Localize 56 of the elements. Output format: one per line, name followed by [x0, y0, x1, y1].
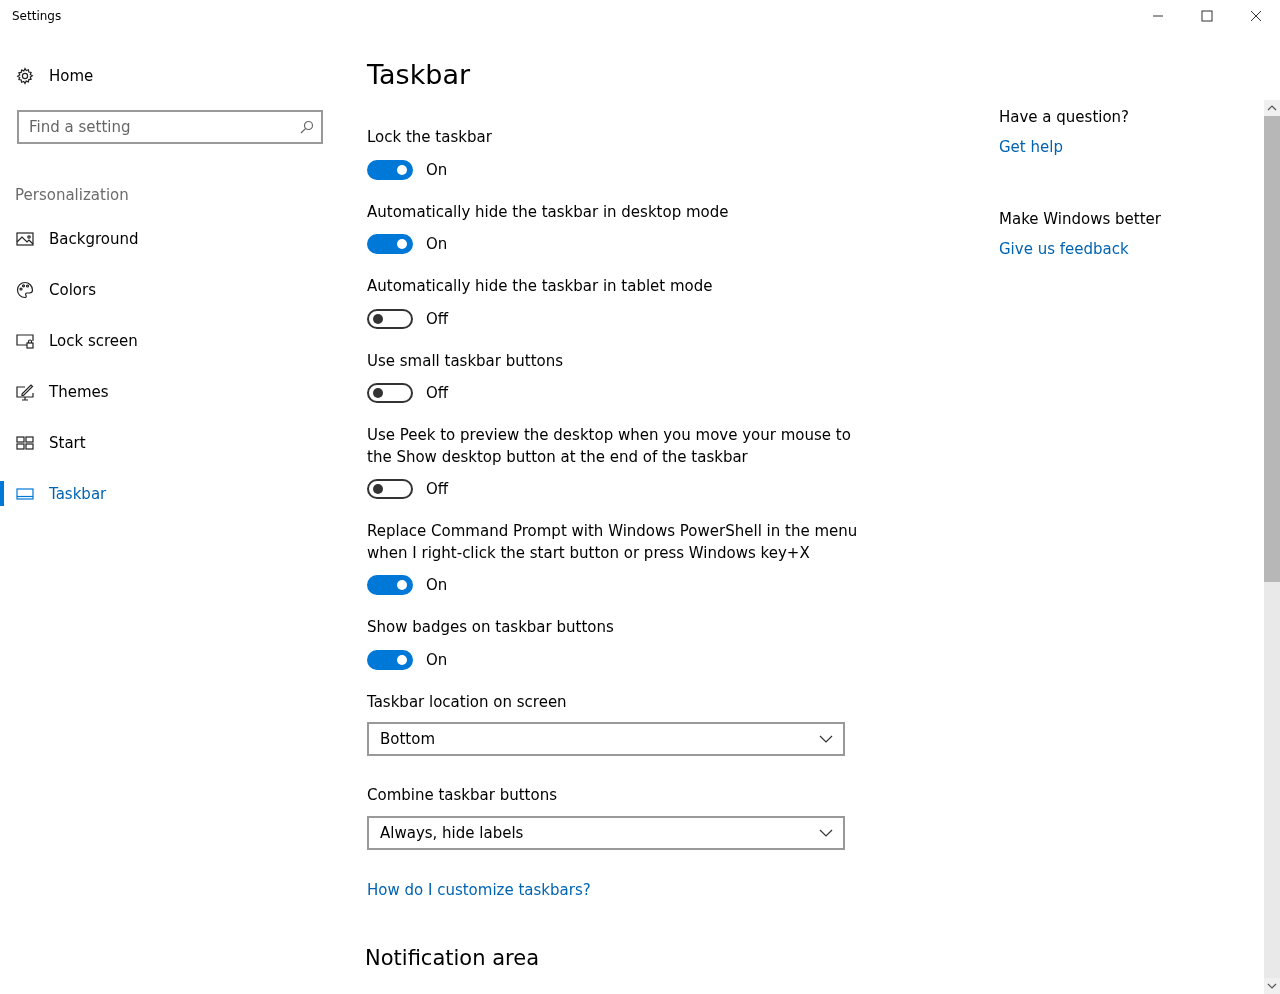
section-title: Notification area [365, 944, 540, 972]
aside-heading: Make Windows better [999, 209, 1162, 230]
toggle-switch[interactable] [367, 649, 413, 670]
close-icon [1249, 10, 1262, 22]
aside-link[interactable]: Get help [999, 136, 1063, 158]
window-title: Settings [11, 9, 62, 23]
toggle-state: On [426, 235, 448, 253]
dropdown[interactable]: Bottom [367, 722, 845, 756]
sidebar-item[interactable]: Colors [0, 264, 340, 315]
toggle-switch[interactable] [367, 159, 413, 180]
tiles-icon [16, 433, 34, 452]
setting-label: Lock the taskbar [367, 127, 493, 148]
toggle-state: Off [426, 309, 449, 328]
setting-label: Combine taskbar buttons [367, 785, 558, 806]
home-link[interactable]: Home [0, 65, 340, 87]
toggle-state: On [426, 576, 448, 594]
scroll-up-icon [1264, 100, 1280, 116]
picture-icon [16, 229, 34, 248]
setting-label: Automatically hide the taskbar in tablet mode [367, 276, 714, 297]
setting-label: Replace Command Prompt with Windows PowerShell in the menu when I right-click the start button or press Windows key+X [367, 521, 859, 564]
toggle-switch[interactable] [367, 308, 413, 329]
toggle-state: Off [426, 384, 449, 402]
toggle-switch[interactable] [367, 383, 413, 403]
dropdown[interactable]: Always, hide labels [367, 815, 845, 850]
toggle-state: On [426, 160, 448, 179]
sidebar-item[interactable]: Themes [0, 366, 340, 417]
aside-heading: Have a question? [999, 107, 1131, 128]
section-heading: Personalization [14, 185, 130, 206]
sidebar-item[interactable]: Background [0, 213, 340, 264]
setting-label: Use Peek to preview the desktop when you move your mouse to the Show desktop button at the end of the taskbar [367, 425, 852, 468]
setting-label: Automatically hide the taskbar in desktop mode [367, 201, 730, 223]
maximize-icon [1200, 10, 1213, 22]
toggle-switch[interactable] [367, 234, 413, 254]
page-title: Taskbar [367, 58, 472, 92]
toggle-switch[interactable] [367, 479, 413, 499]
palette-icon [16, 280, 34, 299]
chevron-down-icon [819, 735, 833, 743]
toggle-state: Off [426, 480, 449, 498]
gear-icon [16, 67, 34, 85]
toggle-state: On [426, 650, 448, 669]
setting-label: Use small taskbar buttons [367, 350, 565, 372]
help-link[interactable]: How do I customize taskbars? [367, 878, 591, 901]
setting-label: Show badges on taskbar buttons [367, 617, 615, 638]
toggle-switch[interactable] [367, 575, 413, 595]
setting-label: Taskbar location on screen [367, 691, 568, 713]
scroll-thumb[interactable] [1264, 116, 1280, 582]
scroll-down-icon [1264, 978, 1280, 994]
sidebar-item[interactable]: Lock screen [0, 315, 340, 366]
sidebar-item[interactable]: Start [0, 417, 340, 468]
chevron-down-icon [819, 828, 833, 837]
scrollbar[interactable] [1264, 100, 1280, 994]
search-icon [300, 120, 314, 134]
brush-monitor-icon [16, 382, 34, 401]
aside-link[interactable]: Give us feedback [999, 238, 1129, 260]
search-field[interactable]: Find a setting [17, 110, 323, 144]
screen-lock-icon [16, 331, 34, 350]
